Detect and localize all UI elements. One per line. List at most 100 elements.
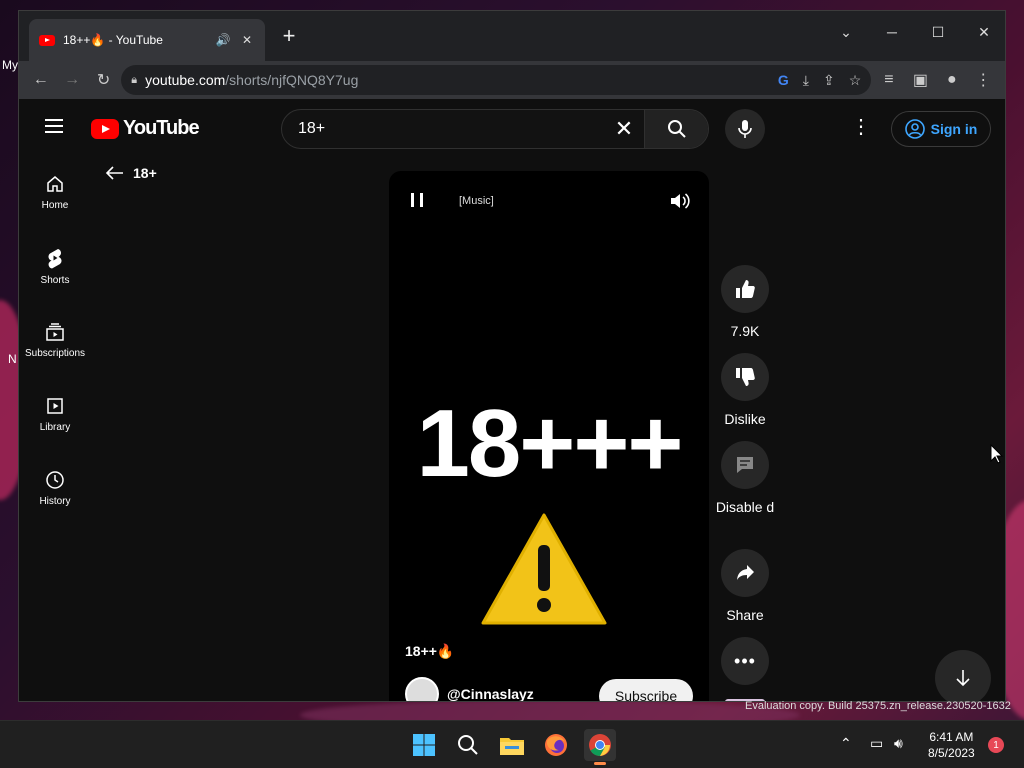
- volume-icon[interactable]: 🔊︎: [894, 735, 903, 752]
- address-bar[interactable]: 🔒︎ youtube.com/shorts/njfQNQ8Y7ug G ⤓ ⇪ …: [121, 65, 872, 95]
- comment-icon: [737, 457, 753, 473]
- sidebar-item-shorts[interactable]: Shorts: [19, 229, 91, 303]
- share-label: Share: [726, 607, 764, 623]
- caption-text: [Music]: [459, 195, 494, 207]
- chrome-button[interactable]: [584, 729, 616, 765]
- library-icon: [47, 397, 63, 414]
- close-window-button[interactable]: ✕: [961, 17, 1005, 47]
- desktop-icon-label: My: [2, 58, 18, 72]
- search-icon: [458, 735, 478, 755]
- youtube-play-logo-icon: [91, 118, 119, 139]
- folder-icon: [500, 738, 524, 755]
- firefox-icon: [545, 734, 567, 756]
- like-action: 7.9K: [721, 265, 769, 341]
- youtube-page: YouTube 18+ ✕ ⋮ Sign in Home Shorts Subs…: [19, 99, 1005, 701]
- network-icon[interactable]: ▭: [870, 735, 883, 752]
- maximize-button[interactable]: ☐: [915, 17, 961, 47]
- speaker-icon[interactable]: 🔊: [215, 33, 231, 47]
- install-app-icon[interactable]: ⤓: [803, 72, 809, 89]
- tab-close-icon[interactable]: ✕: [239, 33, 255, 47]
- sidebar-item-label: Subscriptions: [24, 347, 86, 359]
- taskbar-clock[interactable]: 6:41 AM 8/5/2023: [928, 729, 975, 761]
- search-icon: [667, 120, 686, 138]
- share-action: Share: [721, 549, 769, 625]
- arrow-down-icon: [956, 670, 970, 687]
- forward-arrow-icon[interactable]: →: [58, 66, 85, 94]
- show-hidden-icons-chevron-icon[interactable]: ⌃: [840, 735, 852, 752]
- sidebar-item-label: Home: [41, 199, 69, 211]
- next-video-button[interactable]: [935, 650, 991, 701]
- active-app-indicator: [594, 762, 606, 765]
- browser-tab[interactable]: 18++🔥 - YouTube 🔊 ✕: [29, 19, 265, 61]
- account-icon: [904, 119, 925, 139]
- back-arrow-icon[interactable]: ←: [27, 66, 54, 94]
- minimize-button[interactable]: ─: [869, 17, 915, 47]
- youtube-logo[interactable]: YouTube: [91, 117, 200, 140]
- windows-watermark: Evaluation copy. Build 25375.zn_release.…: [745, 700, 1011, 712]
- sign-in-button[interactable]: Sign in: [891, 111, 991, 147]
- url-path: /shorts/njfQNQ8Y7ug: [225, 72, 359, 88]
- more-options-button[interactable]: •••: [721, 637, 769, 685]
- pause-icon[interactable]: [411, 193, 423, 207]
- search-input[interactable]: 18+: [282, 120, 604, 138]
- shorts-player[interactable]: [Music] 18+++ 18++🔥 @Cinnaslayz Subscrib…: [389, 171, 709, 701]
- youtube-logo-text: YouTube: [123, 117, 200, 139]
- google-icon[interactable]: G: [778, 72, 789, 89]
- microphone-icon: [738, 120, 752, 138]
- notification-badge[interactable]: 1: [988, 737, 1004, 753]
- home-icon: [47, 175, 63, 192]
- comments-button[interactable]: [721, 441, 769, 489]
- lock-icon[interactable]: 🔒︎: [131, 74, 137, 87]
- desktop-icon-label: N: [8, 352, 17, 366]
- dislike-label: Dislike: [724, 411, 766, 427]
- clear-search-icon[interactable]: ✕: [604, 116, 644, 142]
- new-tab-button[interactable]: +: [277, 25, 301, 47]
- firefox-button[interactable]: [540, 729, 572, 761]
- youtube-header: YouTube 18+ ✕ ⋮ Sign in: [19, 99, 1005, 155]
- bookmark-star-icon[interactable]: ☆: [849, 72, 862, 89]
- reload-icon[interactable]: ↻: [90, 66, 117, 94]
- media-queue-icon[interactable]: ≡: [875, 66, 902, 94]
- tab-title: 18++🔥 - YouTube: [63, 33, 163, 47]
- warning-icon: [481, 513, 607, 625]
- video-title[interactable]: 18++🔥: [405, 643, 454, 660]
- sidebar-item-subscriptions[interactable]: Subscriptions: [19, 303, 91, 377]
- sidebar-item-label: History: [39, 495, 71, 507]
- like-button[interactable]: [721, 265, 769, 313]
- sidebar-item-home[interactable]: Home: [19, 155, 91, 229]
- share-button[interactable]: [721, 549, 769, 597]
- file-explorer-button[interactable]: [496, 729, 528, 761]
- subscriptions-icon: [46, 322, 64, 341]
- back-label: 18+: [133, 165, 157, 181]
- voice-search-button[interactable]: [725, 109, 765, 149]
- comments-label: Disable d: [715, 499, 775, 515]
- history-icon: [46, 470, 64, 489]
- chrome-icon: [589, 734, 611, 756]
- back-arrow-icon: [105, 166, 123, 180]
- search-button[interactable]: [644, 110, 708, 148]
- profile-icon[interactable]: ●: [938, 66, 965, 94]
- channel-info[interactable]: @Cinnaslayz: [405, 677, 534, 701]
- avatar[interactable]: [405, 677, 439, 701]
- sidebar-item-history[interactable]: History: [19, 451, 91, 525]
- menu-icon[interactable]: [45, 119, 63, 133]
- subscribe-button[interactable]: Subscribe: [599, 679, 693, 701]
- start-button[interactable]: [408, 729, 440, 761]
- taskbar-search-button[interactable]: [452, 729, 484, 761]
- share-page-icon[interactable]: ⇪: [823, 72, 835, 89]
- sidebar: Home Shorts Subscriptions Library Histor…: [19, 155, 91, 525]
- settings-kebab-icon[interactable]: ⋮: [851, 117, 871, 137]
- dislike-button[interactable]: [721, 353, 769, 401]
- browser-menu-icon[interactable]: ⋮: [970, 66, 997, 94]
- tab-search-chevron-icon[interactable]: ⌄: [823, 17, 869, 47]
- sidebar-item-library[interactable]: Library: [19, 377, 91, 451]
- like-count: 7.9K: [730, 323, 760, 339]
- more-action: •••: [721, 637, 769, 685]
- volume-icon[interactable]: [669, 191, 691, 211]
- taskbar: ⌃ ▭ 🔊︎ 6:41 AM 8/5/2023 1: [0, 720, 1024, 768]
- channel-name[interactable]: @Cinnaslayz: [447, 686, 534, 701]
- back-to-search-link[interactable]: 18+: [105, 165, 157, 181]
- shorts-icon: [48, 248, 62, 268]
- comments-action: Disable d: [716, 441, 774, 517]
- side-panel-icon[interactable]: ▣: [907, 66, 934, 94]
